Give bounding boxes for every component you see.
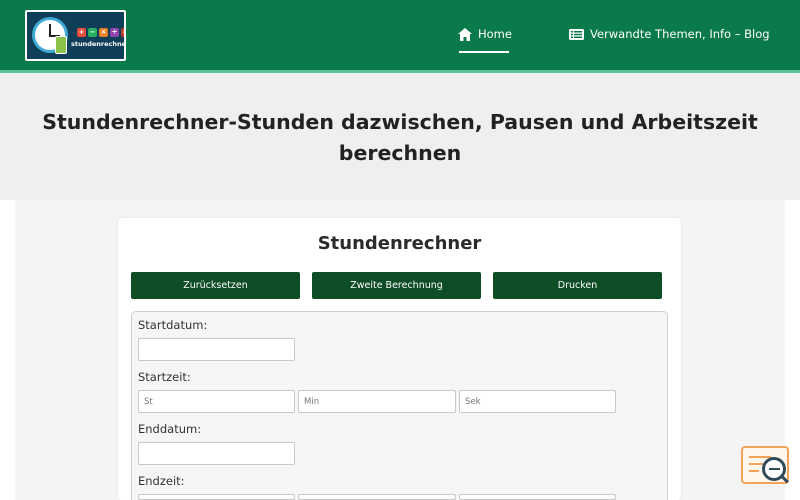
end-time-label: Endzeit: [138, 474, 185, 488]
print-button[interactable]: Drucken [493, 272, 662, 299]
calculator-icon [55, 36, 67, 54]
nav-home-label: Home [478, 27, 512, 41]
calculator-title: Stundenrechner [317, 233, 482, 254]
site-logo[interactable]: + − × ÷ = stundenrechner.de [25, 10, 126, 61]
reset-button[interactable]: Zurücksetzen [131, 272, 300, 299]
home-icon [458, 27, 472, 41]
start-hour-input[interactable]: St [138, 390, 295, 413]
search-document-icon[interactable] [741, 445, 789, 489]
start-second-input[interactable]: Sek [459, 390, 616, 413]
end-date-input[interactable] [138, 442, 295, 465]
nav-blog[interactable]: Verwandte Themen, Info – Blog [569, 27, 770, 41]
list-icon [569, 28, 584, 40]
hero-section: Stundenrechner-Stunden dazwischen, Pause… [0, 73, 800, 200]
nav-home[interactable]: Home [458, 27, 512, 41]
nav-blog-label: Verwandte Themen, Info – Blog [590, 27, 770, 41]
end-hour-input[interactable] [138, 494, 295, 500]
end-date-label: Enddatum: [138, 422, 202, 436]
start-date-input[interactable] [138, 338, 295, 361]
start-time-label: Startzeit: [138, 370, 191, 384]
end-second-input[interactable] [459, 494, 616, 500]
end-minute-input[interactable] [298, 494, 456, 500]
math-operators-icon: + − × ÷ = [77, 28, 124, 37]
start-date-label: Startdatum: [138, 318, 208, 332]
logo-text: stundenrechner.de [71, 40, 126, 48]
nav-active-indicator [459, 51, 509, 53]
second-calculation-button[interactable]: Zweite Berechnung [312, 272, 481, 299]
page-title: Stundenrechner-Stunden dazwischen, Pause… [42, 110, 758, 165]
start-minute-input[interactable]: Min [298, 390, 456, 413]
